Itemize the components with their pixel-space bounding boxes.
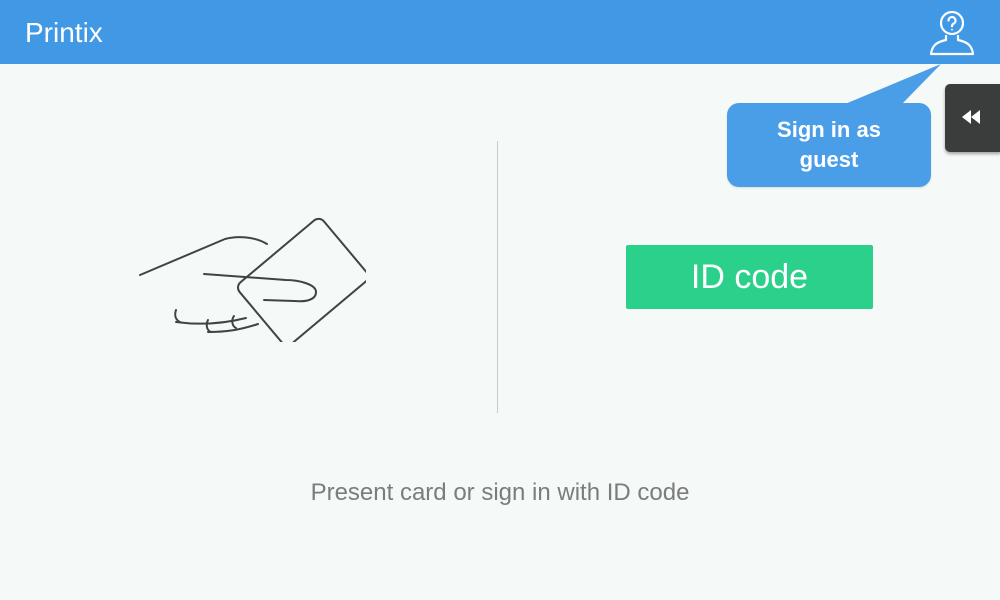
rewind-icon: [962, 110, 980, 124]
side-panel-toggle[interactable]: [945, 84, 1000, 152]
user-question-icon: [929, 10, 975, 56]
app-title: Printix: [25, 17, 103, 48]
id-code-button[interactable]: ID code: [626, 245, 873, 309]
hand-card-icon: [136, 212, 369, 347]
vertical-divider: [497, 141, 498, 413]
guest-sign-in-button[interactable]: [922, 6, 982, 60]
instruction-text: Present card or sign in with ID code: [310, 479, 690, 506]
tooltip-text: Sign in as guest: [777, 117, 881, 172]
top-bar: Printix: [0, 0, 1000, 64]
guest-tooltip: Sign in as guest: [727, 103, 931, 187]
